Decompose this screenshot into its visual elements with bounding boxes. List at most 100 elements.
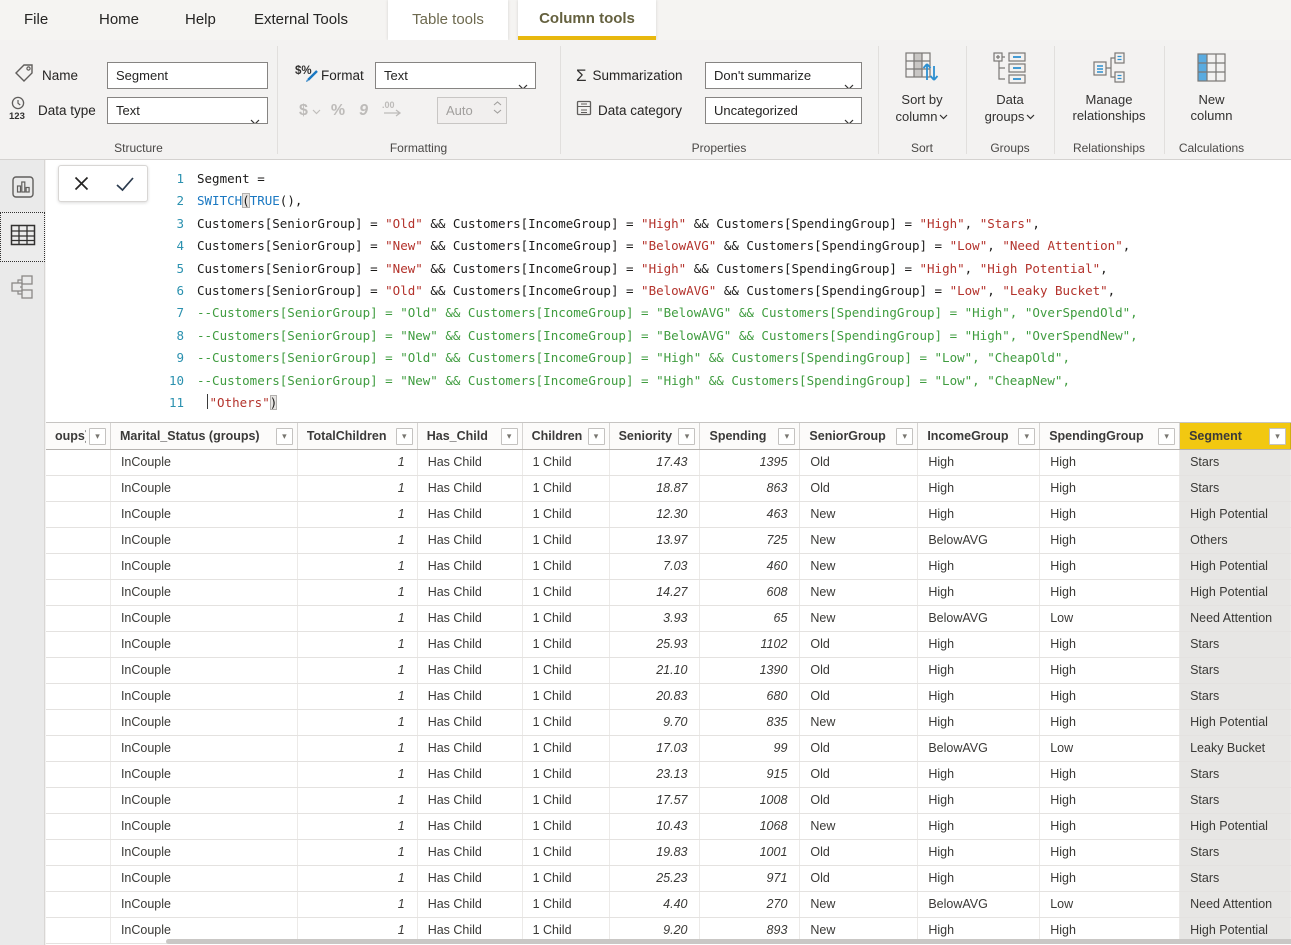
tab-external-tools[interactable]: External Tools [254,0,348,40]
filter-dropdown-icon[interactable]: ▾ [276,428,293,445]
data-category-icon [576,100,592,121]
code-token: Segment = [197,171,265,186]
sort-by-column-button[interactable]: Sort by column [882,50,962,125]
tab-help[interactable]: Help [185,0,216,40]
tab-table-tools[interactable]: Table tools [388,0,508,40]
group-label-properties: Properties [560,141,878,155]
horizontal-scrollbar[interactable] [166,939,1291,944]
cell: 21.10 [610,658,701,683]
code-line: 9--Customers[SeniorGroup] = "Old" && Cus… [158,347,1138,369]
report-view-button[interactable] [0,168,45,210]
decimal-places-icon: .00 [382,99,408,122]
column-name-input[interactable]: Segment [107,62,268,89]
chevron-down-icon [1026,108,1035,124]
column-header-segment[interactable]: Segment▾ [1180,423,1291,449]
table-row: InCouple1Has Child1 Child13.97725NewBelo… [46,528,1291,554]
cell [46,892,111,917]
sort-by-column-icon [882,50,962,88]
model-view-button[interactable] [0,268,45,310]
filter-dropdown-icon[interactable]: ▾ [89,428,106,445]
column-header-children[interactable]: Children▾ [523,423,610,449]
cell: 13.97 [610,528,701,553]
column-header-seniority[interactable]: Seniority▾ [610,423,701,449]
column-header-seniorgroup[interactable]: SeniorGroup▾ [800,423,918,449]
cell: InCouple [111,476,298,501]
code-token: "Old" [385,283,423,298]
cancel-formula-button[interactable] [59,166,103,201]
column-header-spendinggroup[interactable]: SpendingGroup▾ [1040,423,1180,449]
cell: New [800,502,918,527]
cell: Old [800,658,918,683]
filter-dropdown-icon[interactable]: ▾ [588,428,605,445]
cell: High [1040,476,1180,501]
cell: Has Child [418,840,523,865]
summarization-dropdown[interactable]: Don't summarize [705,62,862,89]
manage-relationships-button[interactable]: Manage relationships [1057,50,1161,124]
cell: 17.03 [610,736,701,761]
cell: Has Child [418,606,523,631]
cell: InCouple [111,736,298,761]
cell: 25.23 [610,866,701,891]
column-header-incomegroup[interactable]: IncomeGroup▾ [918,423,1040,449]
tab-column-tools[interactable]: Column tools [518,0,656,40]
column-header-label: SpendingGroup [1049,429,1155,443]
table-body: InCouple1Has Child1 Child17.431395OldHig… [46,450,1291,944]
table-row: InCouple1Has Child1 Child19.831001OldHig… [46,840,1291,866]
cell: High [1040,658,1180,683]
data-view-button[interactable] [0,212,45,262]
column-header-has-child[interactable]: Has_Child▾ [418,423,523,449]
code-token: && Customers[SpendingGroup] = [686,261,919,276]
cell: 835 [700,710,800,735]
spinner-arrows-icon [493,101,502,114]
cell: Old [800,788,918,813]
column-header-spending[interactable]: Spending▾ [700,423,800,449]
cell: 1 Child [523,710,610,735]
filter-dropdown-icon[interactable]: ▾ [1269,428,1286,445]
cell: 1 [298,450,418,475]
cell: High [1040,502,1180,527]
filter-dropdown-icon[interactable]: ▾ [1158,428,1175,445]
code-token: "Others" [210,395,270,410]
cell: 1 [298,528,418,553]
data-type-dropdown[interactable]: Text [107,97,268,124]
code-line: 5Customers[SeniorGroup] = "New" && Custo… [158,258,1138,280]
chevron-down-icon [939,108,948,124]
cell: InCouple [111,710,298,735]
filter-dropdown-icon[interactable]: ▾ [678,428,695,445]
cell: High [1040,554,1180,579]
new-column-button[interactable]: New column [1177,50,1247,124]
cell: High [1040,840,1180,865]
data-category-dropdown[interactable]: Uncategorized [705,97,862,124]
cell: High [1040,528,1180,553]
cell: Old [800,632,918,657]
filter-dropdown-icon[interactable]: ▾ [778,428,795,445]
dax-formula-bar[interactable]: 1Segment =2SWITCH(TRUE(),3Customers[Seni… [46,160,1291,423]
cell: High [1040,580,1180,605]
cell: Has Child [418,554,523,579]
cell: High Potential [1180,502,1291,527]
format-dropdown[interactable]: Text [375,62,536,89]
filter-dropdown-icon[interactable]: ▾ [896,428,913,445]
filter-dropdown-icon[interactable]: ▾ [501,428,518,445]
commit-formula-button[interactable] [103,166,147,201]
tab-home[interactable]: Home [99,0,139,40]
cell: Low [1040,892,1180,917]
code-token: "Stars" [980,216,1033,231]
code-token [197,395,205,410]
column-header-totalchildren[interactable]: TotalChildren▾ [298,423,418,449]
filter-dropdown-icon[interactable]: ▾ [1018,428,1035,445]
data-groups-button[interactable]: Data groups [977,50,1043,125]
column-header-oups-[interactable]: oups)▾ [46,423,111,449]
filter-dropdown-icon[interactable]: ▾ [396,428,413,445]
dax-code[interactable]: 1Segment =2SWITCH(TRUE(),3Customers[Seni… [158,168,1138,414]
ribbon-group-properties: Σ Summarization Don't summarize Data cat… [560,40,878,160]
percent-format-icon: % [331,102,345,120]
cell: Need Attention [1180,606,1291,631]
cell: 1102 [700,632,800,657]
cell: InCouple [111,892,298,917]
cell: InCouple [111,788,298,813]
cell: 1 [298,554,418,579]
column-header-marital-status-groups-[interactable]: Marital_Status (groups)▾ [111,423,298,449]
cell: 1 Child [523,528,610,553]
tab-file[interactable]: File [24,0,48,40]
